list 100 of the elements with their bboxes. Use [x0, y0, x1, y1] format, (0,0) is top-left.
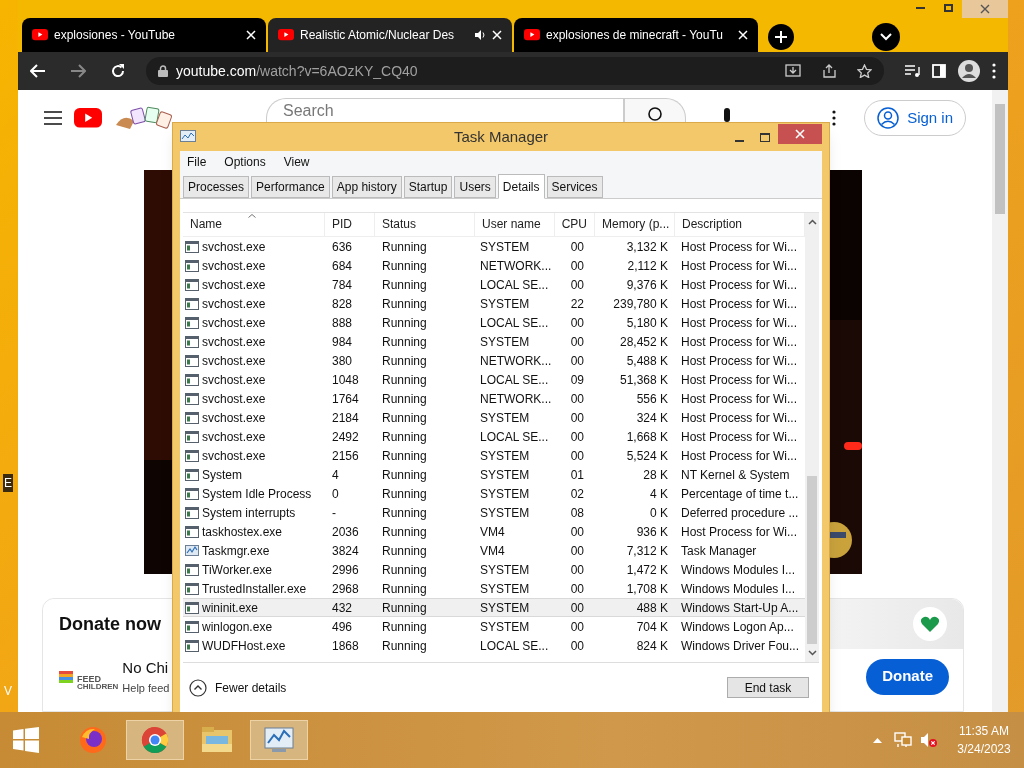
process-row[interactable]: svchost.exe 828 Running SYSTEM 22 239,780 K Host Process for Wi...: [183, 294, 805, 313]
tab[interactable]: Performance: [251, 176, 330, 198]
fewer-details-button[interactable]: Fewer details: [189, 678, 287, 697]
process-row[interactable]: System 4 Running SYSTEM 01 28 K NT Kernel & System: [183, 465, 805, 484]
end-task-button[interactable]: End task: [727, 677, 809, 698]
close-icon[interactable]: [738, 30, 748, 40]
process-row[interactable]: svchost.exe 784 Running LOCAL SE... 00 9,376 K Host Process for Wi...: [183, 275, 805, 294]
reload-icon[interactable]: [110, 63, 126, 79]
process-row[interactable]: svchost.exe 380 Running NETWORK... 00 5,488 K Host Process for Wi...: [183, 351, 805, 370]
microphone-icon[interactable]: [722, 108, 732, 122]
process-row[interactable]: winlogon.exe 496 Running SYSTEM 00 704 K Windows Logon Ap...: [183, 617, 805, 636]
network-icon[interactable]: [894, 732, 912, 748]
user-cell-text: SYSTEM: [479, 238, 531, 256]
tab-title: explosiones de minecraft - YouTu: [546, 27, 724, 44]
firefox-icon: [78, 725, 108, 755]
process-row[interactable]: wininit.exe 432 Running SYSTEM 00 488 K Windows Start-Up A...: [183, 598, 805, 617]
caret-up-icon[interactable]: [873, 737, 882, 743]
process-row[interactable]: TiWorker.exe 2996 Running SYSTEM 00 1,472 K Windows Modules I...: [183, 560, 805, 579]
new-tab-button[interactable]: [768, 24, 794, 50]
monitor-chart-icon: [264, 726, 294, 754]
process-name: TiWorker.exe: [202, 561, 273, 579]
process-row[interactable]: svchost.exe 888 Running LOCAL SE... 00 5,180 K Host Process for Wi...: [183, 313, 805, 332]
status-cell-text: Running: [381, 371, 428, 389]
scroll-up-icon[interactable]: [807, 219, 817, 225]
share-icon[interactable]: [821, 64, 837, 78]
taskbar-app-button[interactable]: [126, 720, 184, 760]
process-name: svchost.exe: [202, 257, 266, 275]
user-cell-text: LOCAL SE...: [479, 637, 550, 655]
description-cell-text: Windows Modules I...: [680, 561, 797, 579]
process-name: svchost.exe: [202, 390, 266, 408]
scrollbar-thumb[interactable]: [807, 476, 817, 644]
process-row[interactable]: svchost.exe 2492 Running LOCAL SE... 00 1,668 K Host Process for Wi...: [183, 427, 805, 446]
browser-tab[interactable]: Realistic Atomic/Nuclear Des: [268, 18, 512, 52]
process-row[interactable]: svchost.exe 684 Running NETWORK... 00 2,112 K Host Process for Wi...: [183, 256, 805, 275]
process-row[interactable]: System interrupts - Running SYSTEM 08 0 K Deferred procedure ...: [183, 503, 805, 522]
menu-item[interactable]: View: [283, 153, 310, 171]
tab[interactable]: Startup: [403, 176, 453, 198]
more-vertical-icon[interactable]: [832, 110, 837, 126]
process-row[interactable]: Taskmgr.exe 3824 Running VM4 00 7,312 K Task Manager: [183, 541, 805, 560]
status-cell-text: Running: [381, 618, 428, 636]
scrollbar-thumb[interactable]: [995, 104, 1005, 214]
process-row[interactable]: WUDFHost.exe 1868 Running LOCAL SE... 00 824 K Windows Driver Fou...: [183, 636, 805, 655]
browser-tab[interactable]: explosiones de minecraft - YouTu: [514, 18, 758, 52]
cpu-cell-text: 01: [569, 466, 585, 484]
tab[interactable]: App history: [331, 176, 402, 198]
user-cell-text: SYSTEM: [479, 485, 531, 503]
tab[interactable]: Details: [497, 174, 545, 199]
tab[interactable]: Processes: [183, 176, 250, 198]
menu-item[interactable]: Options: [224, 153, 266, 171]
column-header[interactable]: Name: [183, 213, 325, 237]
column-header[interactable]: CPU: [555, 213, 595, 237]
cpu-cell-text: 00: [569, 637, 585, 655]
browser-tab[interactable]: explosiones - YouTube: [22, 18, 266, 52]
pid-cell-text: 0: [331, 485, 340, 503]
forward-arrow-icon[interactable]: [70, 64, 86, 78]
pid-cell-text: 2184: [331, 409, 360, 427]
user-cell-text: NETWORK...: [479, 390, 553, 408]
tab-search-button[interactable]: [872, 23, 900, 51]
star-icon[interactable]: [857, 64, 872, 78]
column-header[interactable]: Status: [375, 213, 475, 237]
process-row[interactable]: svchost.exe 984 Running SYSTEM 00 28,452 K Host Process for Wi...: [183, 332, 805, 351]
column-header[interactable]: PID: [325, 213, 375, 237]
cpu-cell-text: 00: [569, 428, 585, 446]
media-queue-icon[interactable]: [904, 64, 920, 78]
user-circle-icon: [877, 107, 900, 129]
back-arrow-icon[interactable]: [30, 64, 46, 78]
scroll-down-icon[interactable]: [807, 650, 817, 656]
status-cell-text: Running: [381, 580, 428, 598]
menu-item[interactable]: File: [187, 153, 207, 171]
process-row[interactable]: TrustedInstaller.exe 2968 Running SYSTEM 00 1,708 K Windows Modules I...: [183, 579, 805, 598]
doodle-icon[interactable]: [114, 105, 174, 131]
process-row[interactable]: taskhostex.exe 2036 Running VM4 00 936 K Host Process for Wi...: [183, 522, 805, 541]
more-vertical-icon[interactable]: [992, 63, 996, 79]
window-title: Task Manager: [452, 126, 550, 147]
address-bar[interactable]: youtube.com/watch?v=6AOzKY_CQ40: [146, 57, 884, 85]
column-header[interactable]: User name: [475, 213, 555, 237]
process-row[interactable]: svchost.exe 636 Running SYSTEM 00 3,132 K Host Process for Wi...: [183, 237, 805, 256]
description-cell-text: Host Process for Wi...: [680, 523, 799, 541]
process-row[interactable]: svchost.exe 2156 Running SYSTEM 00 5,524 K Host Process for Wi...: [183, 446, 805, 465]
process-row[interactable]: System Idle Process 0 Running SYSTEM 02 4 K Percentage of time t...: [183, 484, 805, 503]
close-icon[interactable]: [492, 30, 502, 40]
taskbar-app-button[interactable]: [250, 720, 308, 760]
status-cell-text: Running: [381, 295, 428, 313]
side-panel-icon[interactable]: [932, 64, 946, 78]
column-header[interactable]: Memory (p...: [595, 213, 675, 237]
install-icon[interactable]: [785, 64, 801, 78]
status-cell-text: Running: [381, 485, 428, 503]
profile-avatar-icon[interactable]: [958, 60, 980, 82]
search-button[interactable]: [624, 98, 686, 122]
tab[interactable]: Services: [546, 176, 603, 198]
process-row[interactable]: svchost.exe 1048 Running LOCAL SE... 09 51,368 K Host Process for Wi...: [183, 370, 805, 389]
status-cell-text: Running: [381, 333, 428, 351]
process-row[interactable]: svchost.exe 2184 Running SYSTEM 00 324 K Host Process for Wi...: [183, 408, 805, 427]
muted-speaker-icon[interactable]: [920, 732, 938, 748]
close-icon[interactable]: [246, 30, 256, 40]
pid-cell-text: 2968: [331, 580, 360, 598]
menu-icon[interactable]: [44, 111, 62, 125]
tab[interactable]: Users: [454, 176, 496, 198]
donate-button[interactable]: Donate: [866, 658, 949, 695]
process-row[interactable]: svchost.exe 1764 Running NETWORK... 00 556 K Host Process for Wi...: [183, 389, 805, 408]
